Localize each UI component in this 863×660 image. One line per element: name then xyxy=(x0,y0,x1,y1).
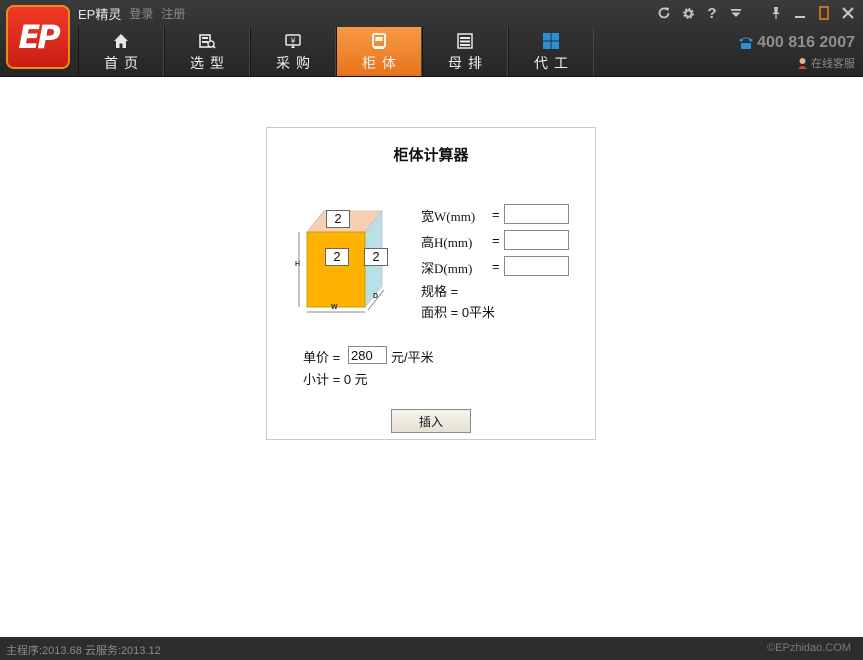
tab-busbar[interactable]: 母排 xyxy=(422,27,508,76)
refresh-icon[interactable] xyxy=(655,4,673,22)
main-nav: 首页 选型 ¥ 采购 柜体 母排 代工 xyxy=(78,27,594,77)
depth-marker: D xyxy=(373,293,379,300)
tab-purchase[interactable]: ¥ 采购 xyxy=(250,27,336,76)
busbar-icon xyxy=(456,31,474,51)
header: EP EP精灵 登录 注册 ? 首页 选型 ¥ 采购 柜体 母排 代工 400 … xyxy=(0,0,863,77)
tab-selection[interactable]: 选型 xyxy=(164,27,250,76)
cabinet-icon xyxy=(370,31,388,51)
title-bar: EP精灵 登录 注册 xyxy=(78,4,185,22)
front-width-value: 2 xyxy=(325,248,349,266)
width-marker: W xyxy=(331,304,338,311)
status-bar: 主程序:2013.68 云服务:2013.12 ©EPzhidao.COM xyxy=(0,637,863,660)
subtotal-result: 小计 = 0 元 xyxy=(303,372,368,387)
contact-info: 400 816 2007 在线客服 xyxy=(738,34,855,71)
height-marker: H xyxy=(295,261,301,268)
app-window: EP EP精灵 登录 注册 ? 首页 选型 ¥ 采购 柜体 母排 代工 400 … xyxy=(0,0,863,660)
version-info: 主程序:2013.68 云服务:2013.12 xyxy=(6,645,161,657)
tab-label: 代工 xyxy=(534,54,574,71)
restore-icon[interactable] xyxy=(815,4,833,22)
tab-label: 首页 xyxy=(104,54,144,71)
side-height-value: 2 xyxy=(364,248,388,266)
unit-price-input[interactable] xyxy=(348,346,387,364)
logo-text: EP xyxy=(18,18,60,56)
tab-label: 柜体 xyxy=(362,54,402,71)
hotline-number: 400 816 2007 xyxy=(757,34,855,51)
hotline: 400 816 2007 xyxy=(738,34,855,52)
width-equals: = xyxy=(492,207,500,222)
unit-price-unit: 元/平米 xyxy=(391,350,434,365)
cabinet-calculator: 柜体计算器 2 2 2 H W D 宽W(mm) = 高H(mm) = 深D(m… xyxy=(266,127,596,440)
width-input[interactable] xyxy=(504,204,569,224)
tab-home[interactable]: 首页 xyxy=(78,27,164,76)
tab-oem[interactable]: 代工 xyxy=(508,27,594,76)
copyright: ©EPzhidao.COM xyxy=(767,642,851,654)
gear-icon[interactable] xyxy=(679,4,697,22)
dropdown-icon[interactable] xyxy=(727,4,745,22)
app-logo: EP xyxy=(6,5,70,69)
minimize-icon[interactable] xyxy=(791,4,809,22)
area-result: 面积 = 0平米 xyxy=(421,305,496,320)
home-icon xyxy=(112,31,130,51)
online-service-link[interactable]: 在线客服 xyxy=(738,55,855,71)
selection-icon xyxy=(198,31,216,51)
spec-result: 规格 = xyxy=(421,284,459,299)
close-icon[interactable] xyxy=(839,4,857,22)
window-controls: ? xyxy=(655,2,857,24)
calculator-title: 柜体计算器 xyxy=(393,147,469,164)
height-input[interactable] xyxy=(504,230,569,250)
depth-equals: = xyxy=(492,259,500,274)
depth-input[interactable] xyxy=(504,256,569,276)
unit-price-label: 单价 = xyxy=(303,350,341,365)
tab-label: 选型 xyxy=(190,54,230,71)
customer-service-icon xyxy=(798,58,807,69)
top-depth-value: 2 xyxy=(326,210,350,228)
app-title: EP精灵 xyxy=(78,6,122,22)
insert-button[interactable]: 插入 xyxy=(391,409,471,433)
login-link[interactable]: 登录 xyxy=(129,5,153,22)
help-icon[interactable]: ? xyxy=(703,4,721,22)
oem-icon xyxy=(542,31,560,51)
online-service-label: 在线客服 xyxy=(811,58,855,70)
height-equals: = xyxy=(492,233,500,248)
pin-icon[interactable] xyxy=(767,4,785,22)
purchase-icon: ¥ xyxy=(284,31,302,51)
tab-label: 母排 xyxy=(448,54,488,71)
svg-text:¥: ¥ xyxy=(290,36,295,45)
tab-cabinet[interactable]: 柜体 xyxy=(336,27,422,76)
cabinet-diagram: 2 2 2 H W D xyxy=(295,206,390,323)
phone-icon xyxy=(739,37,754,49)
register-link[interactable]: 注册 xyxy=(161,5,185,22)
tab-label: 采购 xyxy=(276,54,316,71)
